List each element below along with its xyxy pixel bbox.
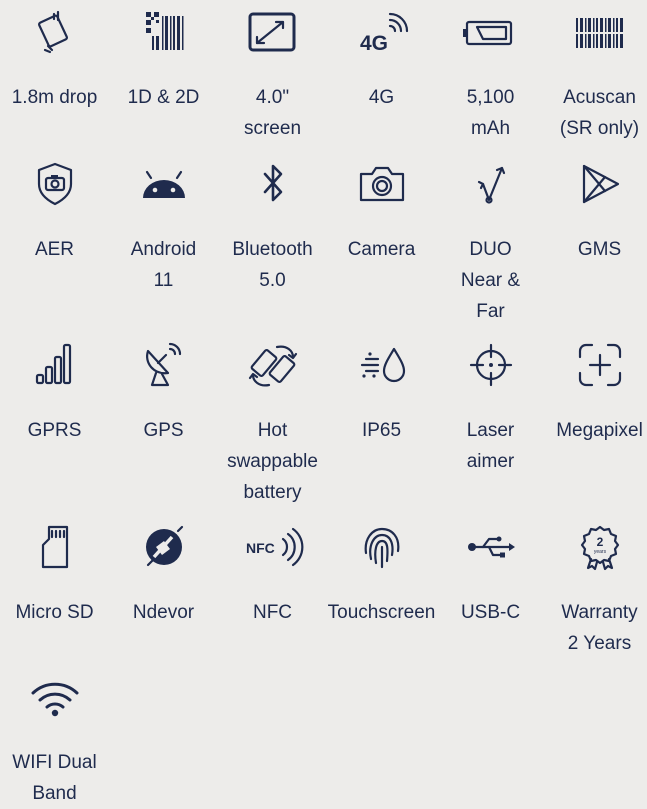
feature-label: IP65 [361, 420, 402, 441]
barcode-icon [570, 10, 630, 54]
play-icon [570, 162, 630, 206]
feature-gprs: GPRS [0, 343, 109, 446]
android-icon [134, 162, 194, 206]
feature-label: Warranty 2 Years [561, 602, 638, 654]
feature-microsd: Micro SD [0, 525, 109, 628]
fingerprint-icon [352, 525, 412, 569]
feature-megapixel: Megapixel [545, 343, 647, 446]
feature-acuscan: Acuscan (SR only) [545, 10, 647, 144]
drop-icon [25, 10, 85, 54]
satellite-dish-icon [134, 342, 194, 387]
feature-label: 1D & 2D [127, 87, 200, 108]
screen-icon [243, 10, 303, 54]
feature-warranty: 2 years Warranty 2 Years [545, 525, 647, 659]
feature-1d-2d: 1D & 2D [109, 10, 218, 113]
near-far-icon [461, 162, 521, 206]
feature-label: Bluetooth 5.0 [232, 239, 313, 291]
feature-laser: Laser aimer [436, 343, 545, 477]
water-dust-icon [352, 343, 412, 387]
feature-label: GPRS [27, 420, 82, 441]
nfc-text: NFC [246, 540, 275, 556]
feature-label: Touchscreen [327, 602, 436, 623]
feature-label: Android 11 [130, 239, 197, 291]
feature-hot-swap: Hot swappable battery [218, 343, 327, 508]
feature-label: 4.0" screen [243, 87, 302, 139]
feature-label: Megapixel [556, 420, 643, 441]
4g-text: 4G [360, 32, 388, 55]
feature-camera: Camera [327, 162, 436, 265]
feature-gps: GPS [109, 342, 218, 446]
bluetooth-icon [243, 162, 303, 206]
feature-label: Ndevor [132, 602, 195, 623]
focus-frame-icon [570, 343, 630, 387]
feature-touchscreen: Touchscreen [327, 525, 436, 628]
feature-bluetooth: Bluetooth 5.0 [218, 162, 327, 296]
feature-label: AER [34, 239, 75, 260]
shield-camera-icon [25, 162, 85, 206]
feature-aer: AER [0, 162, 109, 265]
feature-label: DUO Near & Far [460, 239, 521, 322]
feature-label: 4G [368, 87, 395, 108]
feature-label: Hot swappable battery [227, 420, 318, 503]
usb-icon [461, 525, 521, 569]
sd-card-icon [25, 525, 85, 569]
warranty-number: 2 [596, 535, 603, 549]
crosshair-icon [461, 343, 521, 387]
feature-label: Laser aimer [466, 420, 515, 472]
feature-gms: GMS [545, 162, 647, 265]
feature-ndevor: Ndevor [109, 525, 218, 628]
feature-battery: 5,100 mAh [436, 10, 545, 144]
feature-label: Acuscan (SR only) [559, 87, 640, 139]
battery-icon [461, 10, 521, 54]
signal-bars-icon [25, 343, 85, 387]
warranty-unit: years [593, 549, 606, 555]
wifi-icon [25, 675, 85, 719]
feature-label: 1.8m drop [11, 87, 98, 108]
feature-wifi: WIFI Dual Band [0, 675, 109, 809]
feature-label: GMS [577, 239, 622, 260]
feature-duo: DUO Near & Far [436, 162, 545, 327]
feature-label: Camera [347, 239, 416, 260]
ndevor-icon [134, 525, 194, 569]
feature-label: NFC [252, 602, 293, 623]
feature-nfc: NFC NFC [218, 525, 327, 628]
feature-label: GPS [143, 420, 184, 441]
nfc-icon: NFC [243, 525, 303, 569]
swap-battery-icon [243, 343, 303, 387]
4g-signal-icon: 4G [352, 10, 412, 55]
feature-label: WIFI Dual Band [12, 752, 97, 804]
feature-usb: USB-C [436, 525, 545, 628]
feature-label: Micro SD [15, 602, 94, 623]
feature-android: Android 11 [109, 162, 218, 296]
feature-grid: 1.8m drop 1D & 2D 4.0" screen 4G 4G 5,10… [0, 0, 647, 804]
camera-icon [352, 162, 412, 206]
feature-screen: 4.0" screen [218, 10, 327, 144]
feature-label: 5,100 mAh [466, 87, 515, 139]
feature-label: USB-C [460, 602, 521, 623]
feature-drop: 1.8m drop [0, 10, 109, 113]
feature-4g: 4G 4G [327, 10, 436, 113]
feature-ip65: IP65 [327, 343, 436, 446]
warranty-badge-icon: 2 years [570, 525, 630, 571]
barcode-qr-icon [134, 10, 194, 54]
